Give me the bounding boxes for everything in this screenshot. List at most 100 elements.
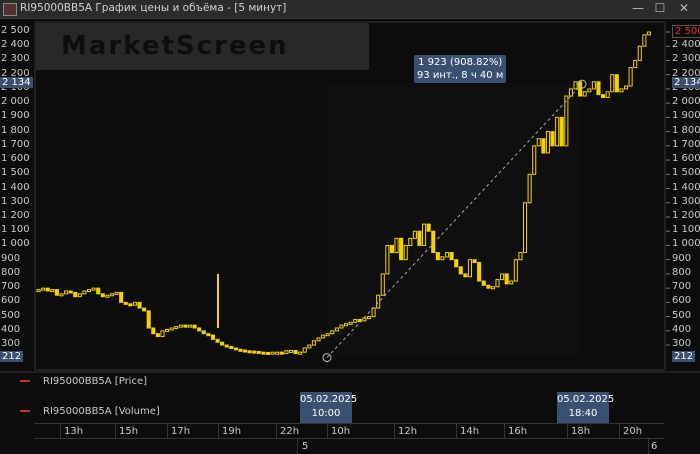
candle bbox=[275, 351, 280, 355]
candle bbox=[59, 293, 64, 297]
candle bbox=[119, 291, 124, 303]
candle bbox=[596, 81, 601, 96]
price-tick: 1 100 bbox=[1, 224, 30, 236]
price-tick: 2 500 bbox=[1, 25, 30, 36]
candle bbox=[146, 310, 151, 329]
candle bbox=[220, 341, 225, 346]
candle bbox=[591, 81, 596, 90]
price-tick: 1 000 bbox=[672, 238, 700, 250]
candle bbox=[132, 301, 137, 306]
candle bbox=[578, 81, 583, 97]
candle bbox=[64, 290, 69, 295]
candle bbox=[100, 293, 105, 298]
time-tick: 12h bbox=[398, 426, 418, 437]
legend-volume[interactable]: RI95000BB5A [Volume] bbox=[20, 406, 160, 417]
price-tick: 1 600 bbox=[672, 153, 700, 165]
last-price-label: 2 500 bbox=[672, 25, 700, 38]
measure-change: 1 923 (908.82%) bbox=[418, 57, 503, 68]
candle bbox=[270, 351, 275, 355]
candle bbox=[128, 303, 133, 307]
price-tick: 1 400 bbox=[672, 181, 700, 193]
candle bbox=[201, 330, 206, 335]
candle bbox=[623, 85, 629, 90]
time-tick: 19h bbox=[222, 426, 242, 437]
candle bbox=[105, 294, 110, 298]
price-tick: 300 bbox=[1, 338, 21, 350]
candle bbox=[298, 351, 303, 355]
price-tick: 1 200 bbox=[672, 209, 700, 221]
candle bbox=[252, 350, 257, 354]
price-tick: 1 700 bbox=[1, 138, 30, 150]
candle bbox=[54, 289, 59, 296]
date-label: 6 bbox=[651, 441, 658, 452]
crosshair-date-end: 05.02.2025 18:40 bbox=[557, 392, 614, 423]
candle bbox=[587, 88, 592, 93]
candle bbox=[68, 290, 73, 294]
price-tick: 300 bbox=[672, 338, 692, 350]
price-tick: 700 bbox=[1, 281, 21, 293]
candle bbox=[477, 262, 482, 282]
candle bbox=[389, 244, 394, 254]
price-tick: 2 400 bbox=[1, 39, 30, 51]
crosshair-price-label: 2 134 bbox=[672, 77, 700, 89]
price-tick: 800 bbox=[672, 266, 692, 278]
price-tick: 1 400 bbox=[1, 181, 30, 193]
candle bbox=[279, 351, 284, 355]
price-tick: 500 bbox=[672, 309, 692, 321]
price-tick: 2 000 bbox=[672, 96, 700, 108]
time-tick: 15h bbox=[119, 426, 139, 437]
candle bbox=[284, 350, 289, 355]
price-tick: 1 800 bbox=[672, 124, 700, 136]
date-axis[interactable]: 5 6 bbox=[34, 438, 664, 454]
time-tick: 17h bbox=[171, 426, 191, 437]
price-tick: 2 400 bbox=[672, 39, 700, 51]
candle bbox=[256, 350, 261, 354]
candle bbox=[169, 327, 174, 331]
price-tick: 1 500 bbox=[672, 167, 700, 179]
candle bbox=[109, 293, 115, 297]
price-tick: 1 600 bbox=[1, 153, 30, 165]
candle bbox=[137, 301, 142, 309]
price-tick: 500 bbox=[1, 309, 21, 321]
candle bbox=[142, 307, 147, 312]
candle bbox=[238, 348, 243, 352]
time-tick: 14h bbox=[460, 426, 480, 437]
measure-tooltip: 1 923 (908.82%) 93 инт., 8 ч 40 м bbox=[414, 55, 507, 83]
measure-duration: 93 инт., 8 ч 40 м bbox=[417, 70, 504, 81]
price-tick: 1 300 bbox=[672, 195, 700, 207]
time-tick: 22h bbox=[280, 426, 300, 437]
candle bbox=[178, 324, 183, 328]
candle bbox=[541, 138, 546, 154]
price-tick: 800 bbox=[1, 266, 21, 278]
candle bbox=[559, 116, 564, 147]
candle bbox=[435, 252, 440, 261]
time-axis[interactable]: 13h 15h 17h 19h 22h 10h 12h 14h 16h 18h 20h bbox=[34, 423, 664, 439]
time-tick: 18h bbox=[571, 426, 591, 437]
price-tick: 900 bbox=[1, 252, 21, 264]
candle bbox=[610, 74, 615, 93]
candle bbox=[504, 273, 509, 285]
crosshair-date-start: 05.02.2025 10:00 bbox=[300, 392, 357, 423]
candle bbox=[247, 350, 252, 354]
candle bbox=[86, 289, 92, 293]
candle bbox=[160, 330, 165, 338]
candle bbox=[229, 345, 234, 349]
candle bbox=[293, 349, 298, 355]
candle bbox=[288, 349, 294, 353]
price-tick: 400 bbox=[672, 323, 692, 335]
candle bbox=[311, 340, 316, 346]
crosshair-price-label: 212 bbox=[0, 350, 24, 362]
candle bbox=[197, 327, 202, 332]
candle bbox=[36, 289, 41, 293]
candle bbox=[302, 347, 307, 353]
candle bbox=[174, 326, 179, 330]
candle bbox=[50, 289, 55, 293]
candle bbox=[114, 291, 119, 295]
price-tick: 1 900 bbox=[1, 110, 30, 122]
price-tick: 600 bbox=[1, 295, 21, 307]
price-tick: 1 900 bbox=[672, 110, 700, 122]
candle bbox=[123, 301, 128, 305]
legend-price[interactable]: RI95000BB5A [Price] bbox=[20, 376, 147, 387]
candle bbox=[210, 334, 215, 340]
price-tick: 1 800 bbox=[1, 124, 30, 136]
